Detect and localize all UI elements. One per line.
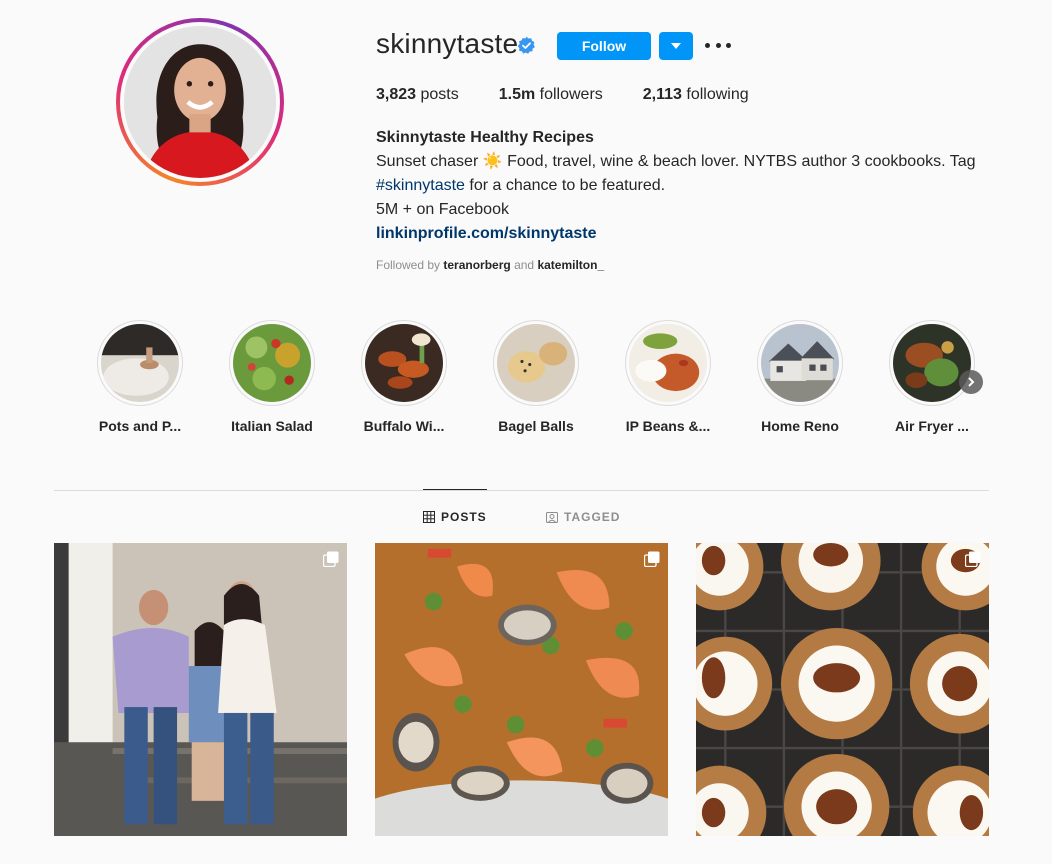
profile-avatar-ring[interactable] [116, 18, 284, 186]
highlight-italian-salad[interactable]: Italian Salad [222, 320, 322, 434]
avatar-border [120, 22, 280, 182]
highlight-cover [497, 324, 575, 402]
followers-count-label: followers [535, 86, 603, 103]
highlight-label: Pots and P... [98, 418, 182, 434]
tab-tagged-label: TAGGED [564, 510, 621, 524]
highlight-ring [889, 320, 975, 406]
profile-username: skinnytaste [376, 28, 519, 59]
highlight-cover [893, 324, 971, 402]
highlight-image [497, 324, 575, 402]
following-count-number: 2,113 [642, 86, 682, 103]
tabs-divider [54, 490, 989, 491]
highlight-cover [233, 324, 311, 402]
followers-link[interactable]: 1.5m followers [499, 86, 603, 104]
dot [705, 42, 710, 48]
avatar-image [124, 26, 276, 178]
hashtag-link[interactable]: #skinnytaste [376, 177, 465, 194]
profile-stats: 3,823 posts 1.5m followers 2,113 followi… [376, 86, 789, 104]
post-thumbnail[interactable] [696, 543, 989, 836]
bio-line-1: Sunset chaser ☀️ Food, travel, wine & be… [376, 153, 976, 170]
tagged-icon [546, 512, 558, 523]
followed-by-user-link[interactable]: katemilton_ [537, 258, 604, 272]
bio-line-2: #skinnytaste for a chance to be featured… [376, 174, 996, 198]
highlight-label: Italian Salad [231, 418, 313, 434]
highlight-cover [761, 324, 839, 402]
carousel-icon [965, 551, 981, 567]
highlight-image [629, 324, 707, 402]
following-link[interactable]: 2,113 following [643, 86, 749, 104]
highlight-image [893, 324, 971, 402]
posts-count: 3,823 posts [376, 86, 459, 104]
highlight-ring [625, 320, 711, 406]
followers-count-number: 1.5m [498, 86, 536, 103]
chevron-right-icon [968, 377, 975, 387]
post-thumbnail[interactable] [54, 543, 347, 836]
followed-by-user-link[interactable]: teranorberg [443, 258, 510, 272]
suggested-accounts-button[interactable] [659, 32, 693, 60]
highlight-label: Bagel Balls [498, 418, 574, 434]
follow-button[interactable]: Follow [557, 32, 651, 60]
bio-website-link[interactable]: linkinprofile.com/skinnytaste [376, 225, 597, 242]
highlight-label: Buffalo Wi... [363, 418, 445, 434]
highlight-label: IP Beans &... [625, 418, 711, 434]
bio-line-2-text: for a chance to be featured. [464, 177, 666, 194]
posts-count-label: posts [416, 86, 459, 103]
more-options-icon[interactable] [705, 36, 731, 54]
post-image [54, 543, 347, 836]
profile-bio: Skinnytaste Healthy Recipes Sunset chase… [376, 126, 996, 246]
highlight-label: Home Reno [761, 418, 839, 434]
profile-full-name: Skinnytaste Healthy Recipes [376, 129, 594, 146]
highlight-ring [361, 320, 447, 406]
posts-count-number: 3,823 [376, 86, 417, 103]
followed-by-prefix: Followed by [376, 258, 444, 272]
highlight-cover [629, 324, 707, 402]
highlight-image [365, 324, 443, 402]
post-thumbnail[interactable] [375, 543, 668, 836]
followed-by-joiner: and [510, 258, 538, 272]
tab-posts[interactable]: POSTS [423, 510, 487, 524]
highlight-pots-and-pans[interactable]: Pots and P... [90, 320, 190, 434]
highlight-image [101, 324, 179, 402]
carousel-icon [323, 551, 339, 567]
tab-tagged[interactable]: TAGGED [546, 510, 620, 524]
highlight-bagel-balls[interactable]: Bagel Balls [486, 320, 586, 434]
post-image [696, 543, 989, 836]
highlight-cover [365, 324, 443, 402]
highlight-ring [229, 320, 315, 406]
followed-by: Followed by teranorberg and katemilton_ [376, 258, 604, 272]
verified-badge-icon [517, 36, 535, 54]
highlights-next-button[interactable] [959, 370, 983, 394]
dot [715, 42, 721, 48]
highlight-cover [101, 324, 179, 402]
avatar [124, 26, 276, 178]
bio-line-3: 5M + on Facebook [376, 201, 509, 218]
highlight-label: Air Fryer ... [895, 418, 969, 434]
carousel-icon [644, 551, 660, 567]
dot [726, 42, 731, 48]
active-tab-indicator [423, 489, 487, 490]
highlight-image [233, 324, 311, 402]
highlight-ring [493, 320, 579, 406]
grid-icon [423, 511, 435, 523]
following-count-label: following [681, 86, 749, 103]
highlight-home-reno[interactable]: Home Reno [750, 320, 850, 434]
post-image [375, 543, 668, 836]
highlight-ring [757, 320, 843, 406]
highlight-ring [97, 320, 183, 406]
tab-posts-label: POSTS [441, 510, 487, 524]
highlight-buffalo-wings[interactable]: Buffalo Wi... [354, 320, 454, 434]
chevron-down-icon [671, 43, 681, 49]
highlight-image [761, 324, 839, 402]
highlight-ip-beans[interactable]: IP Beans &... [618, 320, 718, 434]
